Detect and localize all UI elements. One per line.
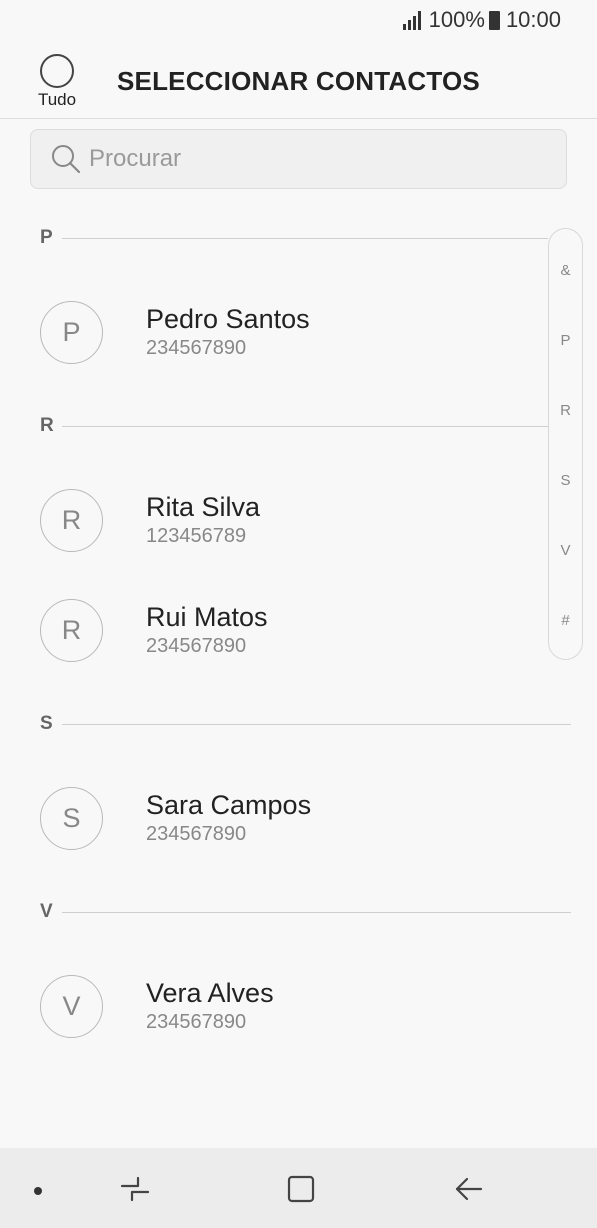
signal-icon [402, 10, 423, 30]
contact-name: Pedro Santos [146, 304, 310, 334]
header: Tudo SELECCIONAR CONTACTOS [0, 40, 597, 119]
index-item[interactable]: V [549, 542, 582, 559]
contact-name: Vera Alves [146, 978, 274, 1008]
contact-number: 234567890 [146, 1011, 247, 1033]
contact-number: 234567890 [146, 337, 247, 359]
page-title: SELECCIONAR CONTACTOS [117, 66, 480, 96]
alphabet-index-bar[interactable]: & P R S V # [548, 228, 583, 660]
index-item[interactable]: R [549, 402, 582, 419]
section-divider [62, 723, 571, 725]
index-item[interactable]: # [549, 612, 582, 629]
section-divider [62, 237, 548, 239]
section-header-r: R [40, 415, 548, 436]
status-bar: 100% 10:00 [0, 0, 597, 40]
section-letter: P [40, 227, 53, 248]
avatar: S [40, 786, 103, 850]
clock: 10:00 [505, 7, 561, 32]
section-header-s: S [40, 713, 571, 734]
section-divider [62, 911, 571, 913]
search-icon [51, 144, 81, 174]
select-all-checkbox[interactable]: Tudo [32, 54, 82, 110]
index-item[interactable]: P [549, 332, 582, 349]
index-item[interactable]: S [549, 472, 582, 489]
navigation-bar [0, 1148, 597, 1228]
section-header-p: P [40, 227, 548, 248]
contact-number: 123456789 [146, 525, 247, 547]
dot-icon[interactable] [32, 1184, 44, 1202]
search-input[interactable] [87, 144, 511, 174]
contact-item[interactable]: V Vera Alves 234567890 [40, 971, 520, 1041]
contact-item[interactable]: P Pedro Santos 234567890 [40, 297, 520, 367]
contact-number: 234567890 [146, 823, 247, 845]
contact-name: Rui Matos [146, 602, 268, 632]
search-box[interactable] [30, 129, 567, 189]
contact-name: Sara Campos [146, 790, 312, 820]
contact-item[interactable]: S Sara Campos 234567890 [40, 783, 520, 853]
recent-apps-icon[interactable] [118, 1172, 152, 1211]
section-letter: V [40, 901, 53, 922]
section-header-v: V [40, 901, 571, 922]
battery-percentage: 100% [428, 7, 485, 32]
select-all-circle-icon[interactable] [40, 54, 74, 88]
avatar: R [40, 598, 103, 662]
section-divider [62, 425, 548, 427]
contact-name: Rita Silva [146, 492, 261, 522]
contact-item[interactable]: R Rita Silva 123456789 [40, 485, 520, 555]
avatar: P [40, 300, 103, 364]
section-letter: R [40, 415, 54, 436]
select-all-label: Tudo [37, 90, 77, 109]
avatar: V [40, 974, 103, 1038]
back-icon[interactable] [451, 1172, 485, 1211]
home-icon[interactable] [284, 1172, 318, 1211]
avatar: R [40, 488, 103, 552]
section-letter: S [40, 713, 53, 734]
contact-item[interactable]: R Rui Matos 234567890 [40, 595, 520, 665]
contact-number: 234567890 [146, 635, 247, 657]
index-item[interactable]: & [549, 262, 582, 279]
battery-icon [488, 10, 500, 30]
